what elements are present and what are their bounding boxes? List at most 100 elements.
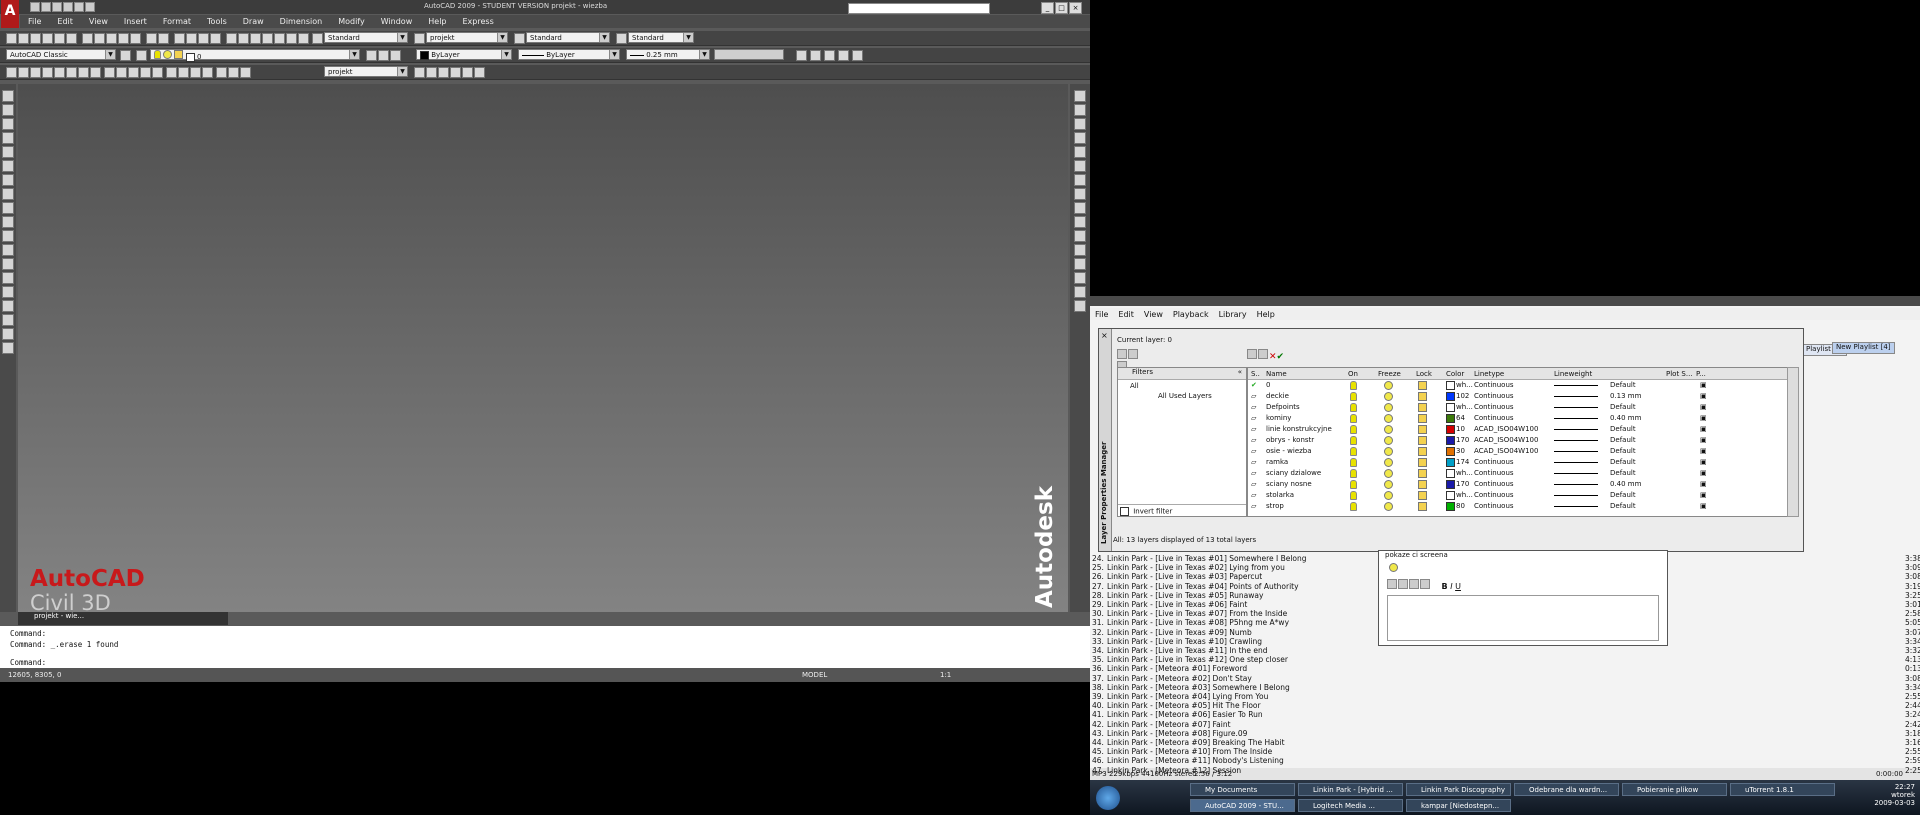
clip-viewport-icon[interactable] bbox=[852, 50, 863, 61]
dimension-text-edit-icon[interactable] bbox=[228, 67, 239, 78]
region-icon[interactable] bbox=[2, 314, 14, 326]
layer-name[interactable]: deckie bbox=[1266, 392, 1289, 400]
mp-menu-library[interactable]: Library bbox=[1219, 310, 1247, 319]
list-item[interactable]: 33. Linkin Park - [Live in Texas #10] Cra… bbox=[1092, 637, 1262, 646]
list-item[interactable]: 44. Linkin Park - [Meteora #09] Breaking … bbox=[1092, 738, 1285, 747]
task-utorrent[interactable]: uTorrent 1.8.1 bbox=[1730, 783, 1835, 796]
list-item[interactable]: 47. Linkin Park - [Meteora #12] Session bbox=[1092, 766, 1241, 775]
circle-icon[interactable] bbox=[2, 174, 14, 186]
layer-name[interactable]: sciany nosne bbox=[1266, 480, 1312, 488]
system-clock[interactable]: 22:27 wtorek 2009-03-03 bbox=[1860, 783, 1915, 807]
printer-icon[interactable]: ▣ bbox=[1700, 392, 1707, 400]
command-line[interactable]: Command: Command: _.erase 1 found Comman… bbox=[0, 626, 1090, 672]
list-item[interactable]: 38. Linkin Park - [Meteora #03] Somewhere… bbox=[1092, 683, 1290, 692]
list-item[interactable]: 37. Linkin Park - [Meteora #02] Don't Sta… bbox=[1092, 674, 1252, 683]
point-icon[interactable] bbox=[2, 272, 14, 284]
layer-linetype[interactable]: Continuous bbox=[1474, 480, 1514, 488]
single-viewport-icon[interactable] bbox=[810, 50, 821, 61]
list-item[interactable]: 26. Linkin Park - [Live in Texas #03] Pap… bbox=[1092, 572, 1262, 581]
properties-icon[interactable] bbox=[226, 33, 237, 44]
printer-icon[interactable]: ▣ bbox=[1700, 425, 1707, 433]
layer-lineweight[interactable]: Default bbox=[1610, 436, 1636, 444]
collapse-icon[interactable]: « bbox=[1238, 368, 1242, 376]
dim-style-icon[interactable] bbox=[414, 33, 425, 44]
help-icon[interactable] bbox=[298, 33, 309, 44]
layer-linetype[interactable]: Continuous bbox=[1474, 469, 1514, 477]
quick-dimension-icon[interactable] bbox=[104, 67, 115, 78]
maximize-button[interactable]: □ bbox=[1055, 2, 1068, 14]
list-item[interactable]: 45. Linkin Park - [Meteora #10] From The … bbox=[1092, 747, 1272, 756]
hatch-icon[interactable] bbox=[2, 286, 14, 298]
printer-icon[interactable]: ▣ bbox=[1700, 414, 1707, 422]
layer-properties-icon[interactable] bbox=[136, 50, 147, 61]
multileader-icon[interactable] bbox=[426, 67, 437, 78]
layer-linetype[interactable]: Continuous bbox=[1474, 414, 1514, 422]
stretch-icon[interactable] bbox=[1074, 202, 1086, 214]
layer-states-icon[interactable] bbox=[390, 50, 401, 61]
layer-freeze-icon[interactable] bbox=[1384, 502, 1393, 513]
nudge-icon[interactable] bbox=[1409, 579, 1419, 589]
text-style-icon[interactable] bbox=[312, 33, 323, 44]
ordinate-icon[interactable] bbox=[42, 67, 53, 78]
col-freeze[interactable]: Freeze bbox=[1378, 370, 1401, 378]
mirror-icon[interactable] bbox=[1074, 118, 1086, 130]
list-item[interactable]: 24. Linkin Park - [Live in Texas #01] Som… bbox=[1092, 554, 1307, 563]
col-linetype[interactable]: Linetype bbox=[1474, 370, 1504, 378]
layer-name[interactable]: strop bbox=[1266, 502, 1284, 510]
set-current-icon[interactable]: ✔ bbox=[1277, 352, 1285, 362]
printer-icon[interactable]: ▣ bbox=[1700, 458, 1707, 466]
layer-name[interactable]: sciany dzialowe bbox=[1266, 469, 1321, 477]
printer-icon[interactable]: ▣ bbox=[1700, 381, 1707, 389]
layer-color-swatch[interactable] bbox=[1446, 447, 1455, 456]
help-search-input[interactable] bbox=[848, 3, 990, 14]
layer-name[interactable]: stolarka bbox=[1266, 491, 1294, 499]
erase-icon[interactable] bbox=[1074, 90, 1086, 102]
printer-icon[interactable]: ▣ bbox=[1700, 436, 1707, 444]
list-item[interactable]: 30. Linkin Park - [Live in Texas #07] Fro… bbox=[1092, 609, 1287, 618]
list-item[interactable]: 31. Linkin Park - [Live in Texas #08] P5h… bbox=[1092, 618, 1289, 627]
layer-name[interactable]: 0 bbox=[1266, 381, 1270, 389]
make-block-icon[interactable] bbox=[2, 258, 14, 270]
layer-linetype[interactable]: Continuous bbox=[1474, 381, 1514, 389]
baseline-icon[interactable] bbox=[116, 67, 127, 78]
tolerance-icon[interactable] bbox=[166, 67, 177, 78]
dimension-style-combo[interactable]: projekt ▼ bbox=[324, 66, 408, 77]
layer-lineweight[interactable]: Default bbox=[1610, 491, 1636, 499]
list-item[interactable]: 29. Linkin Park - [Live in Texas #06] Fai… bbox=[1092, 600, 1247, 609]
polygon-icon[interactable] bbox=[2, 132, 14, 144]
print-icon[interactable] bbox=[63, 2, 73, 12]
mp-menu-view[interactable]: View bbox=[1144, 310, 1163, 319]
menu-express[interactable]: Express bbox=[463, 17, 494, 26]
layer-linetype[interactable]: Continuous bbox=[1474, 491, 1514, 499]
redo-icon[interactable] bbox=[85, 2, 95, 12]
layer-lineweight[interactable]: 0.40 mm bbox=[1610, 480, 1641, 488]
table-row[interactable]: ✔ 0 wh... Continuous Default ▣ bbox=[1248, 380, 1788, 391]
fillet-icon[interactable] bbox=[1074, 286, 1086, 298]
arc-length-icon[interactable] bbox=[30, 67, 41, 78]
design-center-icon[interactable] bbox=[238, 33, 249, 44]
multileader-style-combo[interactable]: Standard ▼ bbox=[628, 32, 694, 43]
table-row[interactable]: ▱ strop 80 Continuous Default ▣ bbox=[1248, 501, 1788, 512]
convert-object-viewport-icon[interactable] bbox=[838, 50, 849, 61]
smiley-icon[interactable] bbox=[1398, 579, 1408, 589]
multileader-style-icon[interactable] bbox=[616, 33, 627, 44]
mp-menu-help[interactable]: Help bbox=[1257, 310, 1275, 319]
italic-button[interactable]: I bbox=[1450, 582, 1452, 591]
move-icon[interactable] bbox=[1074, 160, 1086, 172]
layer-color-swatch[interactable] bbox=[1446, 392, 1455, 401]
block-editor-icon[interactable] bbox=[130, 33, 141, 44]
image-icon[interactable] bbox=[1420, 579, 1430, 589]
layout-tab[interactable]: projekt - wie... bbox=[18, 612, 228, 625]
drawing-canvas[interactable] bbox=[18, 84, 1068, 612]
dimension-space-icon[interactable] bbox=[140, 67, 151, 78]
table-icon[interactable] bbox=[2, 328, 14, 340]
autocad-app-menu-button[interactable]: A bbox=[1, 0, 19, 28]
array-icon[interactable] bbox=[1074, 146, 1086, 158]
insert-block-icon[interactable] bbox=[2, 244, 14, 256]
dimension-style-icon[interactable] bbox=[414, 67, 425, 78]
model-space-button[interactable]: MODEL bbox=[802, 671, 827, 679]
workspace-combo[interactable]: AutoCAD Classic ▼ bbox=[6, 49, 116, 60]
save-icon[interactable] bbox=[52, 2, 62, 12]
filter-all[interactable]: All bbox=[1130, 382, 1139, 390]
layer-previous-icon[interactable] bbox=[378, 50, 389, 61]
